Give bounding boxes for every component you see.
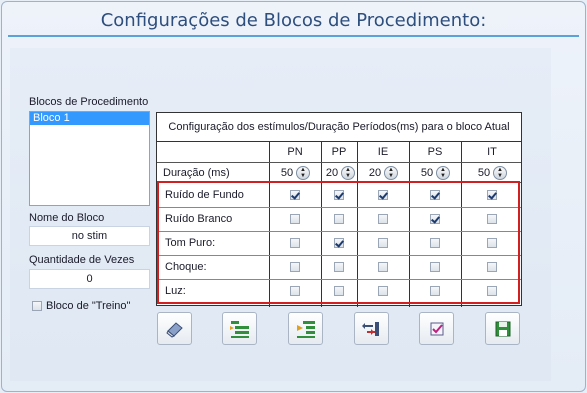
stimulus-checkbox[interactable]: [334, 286, 344, 296]
duration-value[interactable]: 20: [323, 167, 341, 179]
stimulus-checkbox[interactable]: [334, 238, 344, 248]
column-header-pn: PN: [287, 146, 303, 158]
stimulus-checkbox[interactable]: [334, 190, 344, 200]
duration-value[interactable]: 50: [418, 167, 436, 179]
page-title: Configurações de Blocos de Procedimento:: [100, 10, 487, 31]
column-header-ps: PS: [427, 146, 443, 158]
duration-value[interactable]: 20: [366, 167, 384, 179]
move-block-icon: [361, 321, 379, 336]
stimulus-config-table: Configuração dos estímulos/Duração Perío…: [156, 112, 522, 307]
blocks-list-label: Blocos de Procedimento: [29, 96, 149, 108]
table-caption: Configuração dos estímulos/Duração Perío…: [157, 113, 521, 142]
stimulus-checkbox[interactable]: [487, 214, 497, 224]
add-block-icon: [229, 320, 249, 338]
training-block-checkbox[interactable]: [32, 301, 42, 311]
table-row-divider: [157, 255, 521, 256]
config-window: Configurações de Blocos de Procedimento:…: [1, 1, 586, 392]
stimulus-checkbox[interactable]: [290, 286, 300, 296]
stimulus-row-label: Ruído Branco: [165, 213, 233, 225]
stimulus-row-label: Tom Puro:: [165, 237, 216, 249]
stimulus-checkbox[interactable]: [487, 190, 497, 200]
save-icon: [495, 321, 510, 336]
spinner-arrows-icon[interactable]: ▲ ▼: [341, 165, 355, 180]
table-column-divider: [357, 142, 358, 307]
stimulus-checkbox[interactable]: [430, 262, 440, 272]
table-row-divider: [157, 162, 521, 163]
stimulus-checkbox[interactable]: [430, 286, 440, 296]
table-column-divider: [461, 142, 462, 307]
block-name-label: Nome do Bloco: [29, 212, 105, 224]
stimulus-checkbox[interactable]: [290, 238, 300, 248]
title-divider: [8, 35, 579, 37]
check-list-button[interactable]: [419, 312, 454, 345]
stimulus-checkbox[interactable]: [487, 262, 497, 272]
stimulus-checkbox[interactable]: [487, 238, 497, 248]
insert-block-icon: [296, 320, 315, 338]
blocks-list-item[interactable]: Bloco 1: [30, 112, 149, 125]
stimulus-checkbox[interactable]: [290, 262, 300, 272]
add-block-button[interactable]: [222, 312, 257, 345]
duration-spinner-ps[interactable]: 50 ▲ ▼: [418, 164, 450, 181]
spinner-arrows-icon[interactable]: ▲ ▼: [384, 165, 398, 180]
stimulus-row-label: Choque:: [165, 261, 207, 273]
clear-button[interactable]: [157, 312, 192, 345]
stimulus-checkbox[interactable]: [378, 286, 388, 296]
duration-label: Duração (ms): [163, 167, 230, 179]
stimulus-checkbox[interactable]: [378, 238, 388, 248]
duration-value[interactable]: 50: [475, 167, 493, 179]
stimulus-checkbox[interactable]: [334, 262, 344, 272]
insert-block-button[interactable]: [288, 312, 323, 345]
stimulus-checkbox[interactable]: [290, 190, 300, 200]
repeat-count-label: Quantidade de Vezes: [29, 254, 135, 266]
stimulus-checkbox[interactable]: [430, 190, 440, 200]
column-header-it: IT: [487, 146, 497, 158]
table-row-divider: [157, 182, 521, 183]
duration-value[interactable]: 50: [278, 167, 296, 179]
spinner-arrows-icon[interactable]: ▲ ▼: [493, 165, 507, 180]
training-block-label: Bloco de "Treino": [46, 300, 131, 312]
stimulus-row-label: Ruído de Fundo: [165, 189, 244, 201]
stimulus-checkbox[interactable]: [334, 214, 344, 224]
duration-spinner-ie[interactable]: 20 ▲ ▼: [366, 164, 398, 181]
stimulus-checkbox[interactable]: [430, 214, 440, 224]
column-header-ie: IE: [377, 146, 389, 158]
table-column-divider: [321, 142, 322, 307]
training-block-option[interactable]: Bloco de "Treino": [32, 300, 130, 312]
table-row-divider: [157, 231, 521, 232]
blocks-listbox[interactable]: Bloco 1: [29, 111, 150, 206]
stimulus-checkbox[interactable]: [487, 286, 497, 296]
save-button[interactable]: [485, 312, 520, 345]
column-header-pp: PP: [331, 146, 347, 158]
table-column-divider: [269, 142, 270, 307]
repeat-count-field[interactable]: 0: [29, 269, 150, 289]
table-column-divider: [409, 142, 410, 307]
table-row-divider: [157, 207, 521, 208]
table-row-divider: [157, 279, 521, 280]
move-block-button[interactable]: [354, 312, 389, 345]
spinner-arrows-icon[interactable]: ▲ ▼: [296, 165, 310, 180]
stimulus-checkbox[interactable]: [430, 238, 440, 248]
stimulus-row-label: Luz:: [165, 285, 186, 297]
duration-spinner-pn[interactable]: 50 ▲ ▼: [278, 164, 310, 181]
stimulus-checkbox[interactable]: [290, 214, 300, 224]
check-list-icon: [430, 322, 443, 335]
duration-spinner-pp[interactable]: 20 ▲ ▼: [323, 164, 355, 181]
duration-spinner-it[interactable]: 50 ▲ ▼: [475, 164, 507, 181]
stimulus-checkbox[interactable]: [378, 262, 388, 272]
spinner-arrows-icon[interactable]: ▲ ▼: [436, 165, 450, 180]
stimulus-checkbox[interactable]: [378, 190, 388, 200]
block-name-field[interactable]: no stim: [29, 226, 150, 246]
stimulus-checkbox[interactable]: [378, 214, 388, 224]
eraser-icon: [165, 321, 183, 338]
